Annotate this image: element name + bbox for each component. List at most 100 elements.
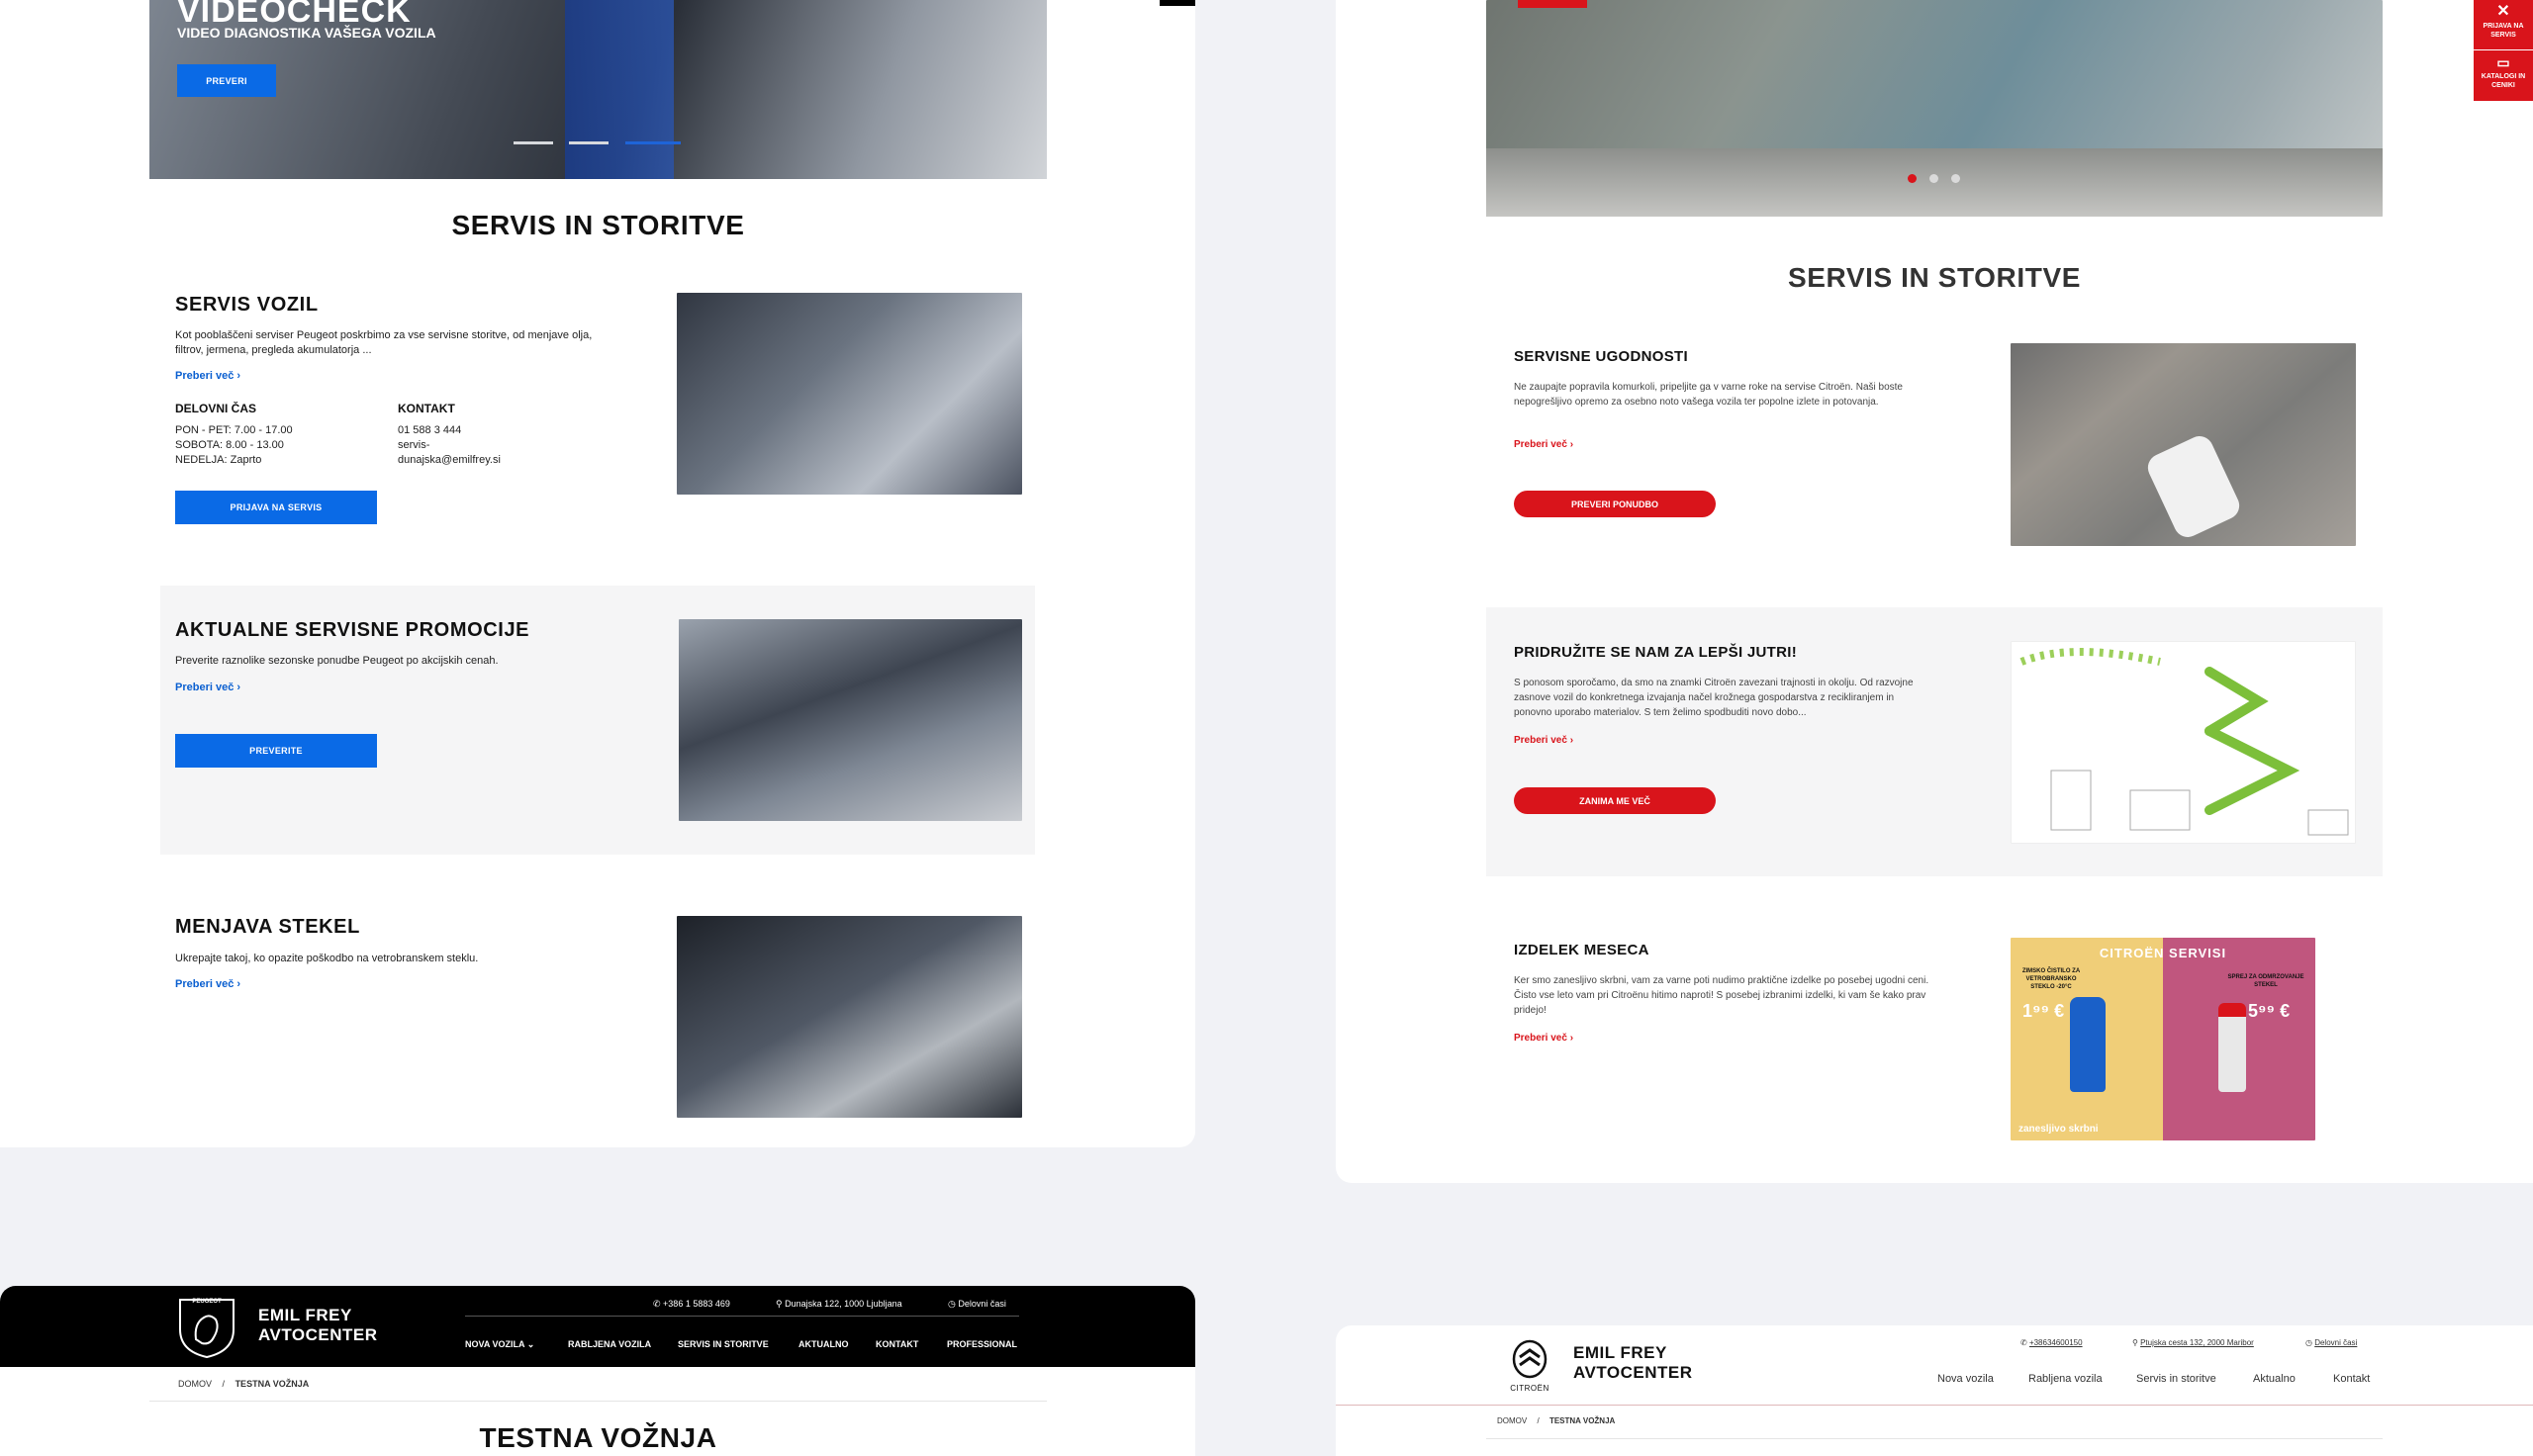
header-phone[interactable]: ✆ +386 1 5883 469 bbox=[653, 1299, 730, 1310]
read-more-link[interactable]: Preberi več › bbox=[1514, 439, 1573, 450]
promo-header: CITROËN SERVISI bbox=[2099, 946, 2227, 960]
service-booking-button[interactable]: PRIJAVA NA SERVIS bbox=[175, 491, 377, 524]
section-title: SERVIS IN STORITVE bbox=[451, 210, 745, 240]
header-address[interactable]: ⚲ Ptujska cesta 132, 2000 Maribor bbox=[2132, 1338, 2254, 1347]
brand-name-line-2: AVTOCENTER bbox=[258, 1325, 378, 1344]
page-title: TESTNA VOŽNJA bbox=[479, 1422, 717, 1453]
chevron-right-icon: › bbox=[1569, 439, 1574, 450]
service-text: Ne zaupajte popravila komurkoli, pripelj… bbox=[1514, 382, 1903, 408]
breadcrumb-home-link[interactable]: DOMOV bbox=[1497, 1416, 1527, 1425]
side-tab-catalogs[interactable]: ▭ KATALOGI IN CENIKI bbox=[2474, 50, 2533, 101]
breadcrumb-home-link[interactable]: DOMOV bbox=[178, 1379, 212, 1389]
check-offer-button[interactable]: PREVERI PONUDBO bbox=[1514, 491, 1716, 517]
hours-label: DELOVNI ČAS bbox=[175, 402, 257, 415]
service-text: Ker smo zanesljivo skrbni, vam za varne … bbox=[1514, 975, 1929, 1016]
contact-phone[interactable]: 01 588 3 444 bbox=[398, 423, 461, 438]
peugeot-page-panel: VIDEOCHECK VIDEO DIAGNOSTIKA VAŠEGA VOZI… bbox=[0, 0, 1195, 1147]
breadcrumb-current: TESTNA VOŽNJA bbox=[1548, 1416, 1616, 1425]
nav-item-aktualno[interactable]: Aktualno bbox=[2253, 1373, 2296, 1385]
washer-fluid-bottle bbox=[2070, 997, 2106, 1092]
header-red-divider bbox=[1336, 1405, 2533, 1406]
breadcrumb-separator: / bbox=[1537, 1416, 1540, 1425]
nav-item-professional[interactable]: PROFESSIONAL bbox=[947, 1339, 1017, 1349]
breadcrumb-current: TESTNA VOŽNJA bbox=[235, 1379, 310, 1389]
hero-check-button[interactable]: PREVERI bbox=[177, 64, 276, 97]
windshield-repair-photo bbox=[677, 916, 1022, 1118]
phone-icon: ✆ bbox=[2020, 1338, 2029, 1347]
nav-item-servis-in-storitve[interactable]: SERVIS IN STORITVE bbox=[678, 1339, 769, 1349]
peugeot-logo[interactable]: PEUGEOT bbox=[176, 1294, 237, 1359]
nav-item-servis-in-storitve[interactable]: Servis in storitve bbox=[2136, 1373, 2216, 1385]
nav-item-rabljena-vozila[interactable]: Rabljena vozila bbox=[2028, 1373, 2103, 1385]
breadcrumb-separator: / bbox=[222, 1379, 226, 1389]
brand-name-line-1: EMIL FREY bbox=[258, 1306, 352, 1324]
service-text: S ponosom sporočamo, da smo na znamki Ci… bbox=[1514, 678, 1914, 718]
slider-dot-2[interactable] bbox=[1929, 174, 1938, 183]
clock-icon: ◷ bbox=[2305, 1338, 2315, 1347]
service-text: Kot pooblaščeni serviser Peugeot poskrbi… bbox=[175, 329, 593, 356]
promo-left-price: 1⁹⁹ € bbox=[2022, 1001, 2065, 1021]
read-more-link[interactable]: Preberi več › bbox=[175, 682, 240, 693]
product-of-month-promo-image: CITROËN SERVISI ZIMSKO ČISTILO ZA VETROB… bbox=[2011, 938, 2315, 1140]
phone-icon: ✆ bbox=[653, 1299, 664, 1309]
service-text: Preverite raznolike sezonske ponudbe Peu… bbox=[175, 655, 499, 667]
nav-item-kontakt[interactable]: Kontakt bbox=[2333, 1373, 2370, 1385]
brand-name-line-1: EMIL FREY bbox=[1573, 1343, 1667, 1362]
citroen-logo[interactable]: CITROËN bbox=[1502, 1339, 1557, 1393]
eco-chevron-illustration bbox=[2011, 641, 2356, 844]
breadcrumb-divider bbox=[149, 1401, 1047, 1402]
side-quick-tabs: ✕ PRIJAVA NA SERVIS ▭ KATALOGI IN CENIKI bbox=[2474, 0, 2533, 101]
header-divider bbox=[465, 1316, 1019, 1317]
side-tab-service-booking[interactable]: ✕ PRIJAVA NA SERVIS bbox=[2474, 0, 2533, 49]
slider-indicator-1[interactable] bbox=[514, 141, 553, 144]
black-corner-tab bbox=[1160, 0, 1195, 6]
nav-item-nova-vozila[interactable]: Nova vozila bbox=[1937, 1373, 1994, 1385]
service-title-servisne-ugodnosti: SERVISNE UGODNOSTI bbox=[1514, 348, 1688, 365]
wrench-icon: ✕ bbox=[2496, 3, 2510, 20]
promo-right-label: SPREJ ZA ODMRZOVANJE STEKEL bbox=[2227, 974, 2304, 988]
read-more-link[interactable]: Preberi več › bbox=[1514, 1033, 1573, 1044]
double-chevron-icon bbox=[1512, 1339, 1548, 1379]
hours-line-1: PON - PET: 7.00 - 17.00 bbox=[175, 424, 293, 436]
read-more-link[interactable]: Preberi več › bbox=[175, 370, 240, 382]
nav-item-aktualno[interactable]: AKTUALNO bbox=[798, 1339, 849, 1349]
contact-email-1[interactable]: servis- bbox=[398, 438, 429, 453]
leaf-chevron-icon bbox=[2019, 648, 2349, 836]
section-title: SERVIS IN STORITVE bbox=[1787, 262, 2082, 293]
header-opening-hours[interactable]: ◷ Delovni časi bbox=[948, 1299, 1006, 1310]
location-pin-icon: ⚲ bbox=[776, 1299, 786, 1309]
book-icon: ▭ bbox=[2496, 54, 2510, 70]
suv-hero-photo bbox=[1486, 0, 2383, 217]
brand-name-line-2: AVTOCENTER bbox=[1573, 1363, 1693, 1382]
logo-wordmark: PEUGEOT bbox=[192, 1299, 222, 1305]
contact-label: KONTAKT bbox=[398, 402, 455, 415]
nav-item-rabljena-vozila[interactable]: RABLJENA VOZILA bbox=[568, 1339, 651, 1349]
slider-indicator-2[interactable] bbox=[569, 141, 609, 144]
service-title-menjava-stekel: MENJAVA STEKEL bbox=[175, 916, 360, 938]
promotions-check-button[interactable]: PREVERITE bbox=[175, 734, 377, 768]
breadcrumb: DOMOV / TESTNA VOŽNJA bbox=[178, 1379, 309, 1389]
read-more-link[interactable]: Preberi več › bbox=[1514, 735, 1573, 746]
learn-more-button[interactable]: ZANIMA ME VEČ bbox=[1514, 787, 1716, 814]
clock-icon: ◷ bbox=[948, 1299, 959, 1309]
slider-dot-3[interactable] bbox=[1951, 174, 1960, 183]
breadcrumb: DOMOV / TESTNA VOŽNJA bbox=[1497, 1416, 1615, 1425]
service-title-izdelek-meseca: IZDELEK MESECA bbox=[1514, 942, 1649, 958]
peugeot-header-bar: PEUGEOT EMIL FREY AVTOCENTER ✆ +386 1 58… bbox=[0, 1286, 1195, 1367]
header-phone[interactable]: ✆ +38634600150 bbox=[2020, 1338, 2083, 1347]
nav-item-kontakt[interactable]: KONTAKT bbox=[876, 1339, 918, 1349]
contact-email-2[interactable]: dunajska@emilfrey.si bbox=[398, 453, 501, 468]
slider-dot-1[interactable] bbox=[1908, 174, 1917, 183]
chevron-right-icon: › bbox=[236, 370, 241, 382]
header-opening-hours[interactable]: ◷ Delovni časi bbox=[2305, 1338, 2357, 1347]
header-address[interactable]: ⚲ Dunajska 122, 1000 Ljubljana bbox=[776, 1299, 902, 1310]
read-more-link[interactable]: Preberi več › bbox=[175, 978, 240, 990]
chevron-right-icon: › bbox=[1569, 1033, 1574, 1044]
slider-indicator-3[interactable] bbox=[625, 141, 681, 144]
nav-item-nova-vozila[interactable]: NOVA VOZILA ⌄ bbox=[465, 1339, 534, 1350]
promo-right-price: 5⁹⁹ € bbox=[2248, 1001, 2291, 1021]
car-shape bbox=[2143, 431, 2244, 542]
hours-line-2: SOBOTA: 8.00 - 13.00 bbox=[175, 439, 284, 451]
chevron-right-icon: › bbox=[236, 978, 241, 990]
mechanic-laptop-photo bbox=[677, 293, 1022, 495]
